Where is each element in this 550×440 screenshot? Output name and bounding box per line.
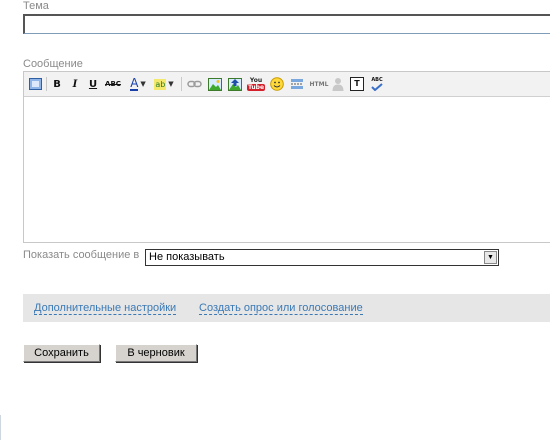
strikethrough-button[interactable]: ABC [104,76,122,92]
strikethrough-icon: ABC [105,80,121,88]
italic-icon: I [72,78,78,90]
divider [0,415,1,440]
message-editor[interactable]: B I U ABC A ▼ ab ▼ You Tube HTML T ABC [23,71,550,243]
image-upload-icon[interactable] [227,76,243,92]
chevron-down-icon: ▼ [168,80,174,88]
show-message-label: Показать сообщение в [23,249,140,261]
extra-options-panel: Дополнительные настройки Создать опрос и… [23,294,550,322]
draft-button[interactable]: В черновик [115,344,197,362]
italic-button[interactable]: I [69,76,81,92]
highlight-color-button[interactable]: ab ▼ [152,76,176,92]
show-message-select[interactable]: Не показывать ▼ [145,249,499,266]
image-icon[interactable] [207,76,223,92]
extra-settings-link[interactable]: Дополнительные настройки [34,302,177,315]
message-label: Сообщение [23,58,83,70]
link-icon[interactable] [186,76,202,92]
editor-toolbar: B I U ABC A ▼ ab ▼ You Tube HTML T ABC [24,72,550,97]
typograph-button[interactable]: T [349,76,365,92]
spellcheck-button[interactable]: ABC [369,76,385,92]
youtube-button[interactable]: You Tube [246,76,266,92]
smiley-icon[interactable] [269,76,285,92]
bold-icon: B [53,78,61,90]
save-button[interactable]: Сохранить [23,344,100,362]
underline-button[interactable]: U [87,76,99,92]
font-color-button[interactable]: A ▼ [128,76,148,92]
chevron-down-icon[interactable]: ▼ [484,251,497,264]
html-button[interactable]: HTML [309,76,329,92]
typograph-icon: T [350,77,364,91]
create-poll-link[interactable]: Создать опрос или голосование [199,302,363,315]
youtube-icon: You [249,77,263,84]
html-icon: HTML [309,80,329,88]
insert-cut-icon[interactable] [289,76,305,92]
underline-icon: U [88,78,98,90]
bold-button[interactable]: B [51,76,63,92]
user-icon[interactable] [331,76,345,92]
subject-label: Тема [23,0,49,12]
chevron-down-icon: ▼ [140,80,146,88]
subject-input[interactable] [23,14,550,34]
show-message-selected-value: Не показывать [149,251,225,263]
highlight-color-icon: ab [154,78,167,90]
source-toggle-icon[interactable] [28,76,42,92]
font-color-icon: A [130,76,139,91]
